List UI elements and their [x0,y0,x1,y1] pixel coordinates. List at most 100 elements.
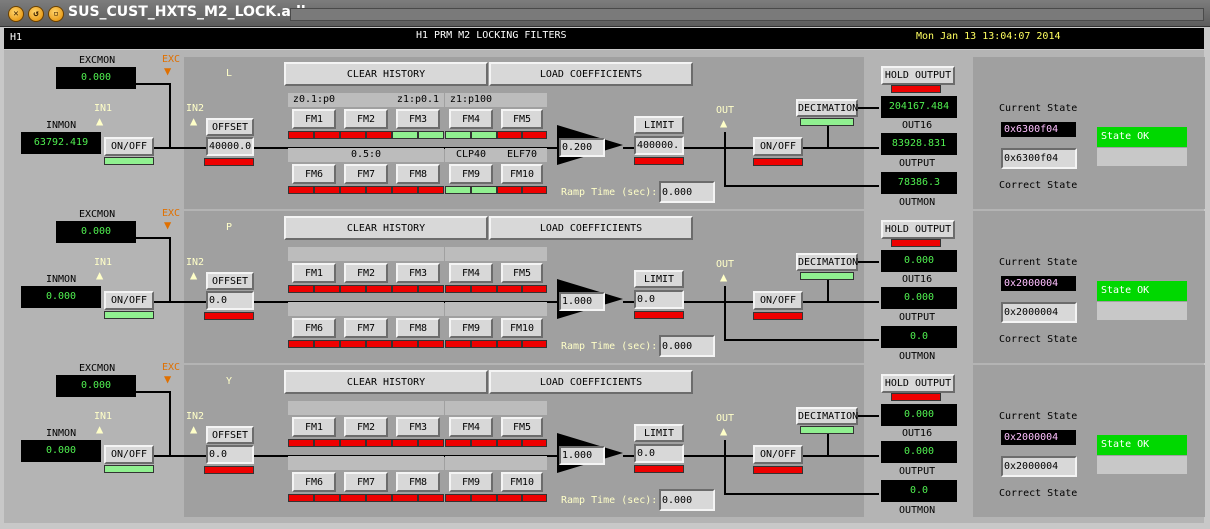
fm5-button[interactable]: FM5 [501,109,543,129]
outmon-readout: 78386.3 [881,172,957,194]
output-onoff-button[interactable]: ON/OFF [753,137,803,156]
correct-state-label: Correct State [999,334,1078,345]
fm8-button[interactable]: FM8 [396,318,440,338]
titlebar-drag-area[interactable] [290,8,1204,21]
fm7-button[interactable]: FM7 [344,164,388,184]
exc-arrow-icon: ▼ [164,218,172,232]
hold-output-button[interactable]: HOLD OUTPUT [881,66,955,85]
fm8-button[interactable]: FM8 [396,472,440,492]
output-onoff-indicator [753,158,803,166]
fm10-button[interactable]: FM10 [501,318,543,338]
excmon-label: EXCMON [79,55,116,66]
minimize-icon[interactable]: ▫ [48,6,64,22]
correct-state-input[interactable] [1001,456,1077,477]
fm3-button[interactable]: FM3 [396,263,440,283]
fm-output-indicator [418,340,444,348]
hold-output-button[interactable]: HOLD OUTPUT [881,374,955,393]
load-coefficients-button[interactable]: LOAD COEFFICIENTS [489,216,693,240]
limit-input[interactable] [634,444,684,463]
correct-state-label: Correct State [999,180,1078,191]
output-onoff-button[interactable]: ON/OFF [753,291,803,310]
gain-input[interactable] [559,138,605,157]
fm9-button[interactable]: FM9 [449,318,493,338]
offset-button[interactable]: OFFSET [206,272,254,290]
fm1-button[interactable]: FM1 [292,263,336,283]
offset-input[interactable] [206,291,254,310]
input-onoff-button[interactable]: ON/OFF [104,445,154,464]
fm2-button[interactable]: FM2 [344,417,388,437]
fm-filter-name [288,401,340,415]
fm-output-indicator [314,494,340,502]
correct-state-input[interactable] [1001,148,1077,169]
fm-filter-name [288,247,340,261]
limit-button[interactable]: LIMIT [634,116,684,134]
hold-output-indicator [891,85,941,93]
offset-button[interactable]: OFFSET [206,118,254,136]
correct-state-input[interactable] [1001,302,1077,323]
outmon-wire [724,339,879,341]
fm-filter-name: 0.5:0 [340,148,392,162]
fm-input-indicator [497,494,522,502]
fm6-button[interactable]: FM6 [292,164,336,184]
limit-button[interactable]: LIMIT [634,424,684,442]
fm4-button[interactable]: FM4 [449,417,493,437]
fm4-button[interactable]: FM4 [449,109,493,129]
decimation-button[interactable]: DECIMATION [796,407,858,425]
fm1-button[interactable]: FM1 [292,109,336,129]
fm5-button[interactable]: FM5 [501,263,543,283]
decimation-button[interactable]: DECIMATION [796,99,858,117]
hold-output-indicator [891,393,941,401]
excmon-wire-h [136,237,171,239]
limit-input[interactable] [634,136,684,155]
clear-history-button[interactable]: CLEAR HISTORY [284,370,488,394]
fm5-button[interactable]: FM5 [501,417,543,437]
limit-button[interactable]: LIMIT [634,270,684,288]
ramp-time-input[interactable] [659,181,715,203]
fm10-button[interactable]: FM10 [501,472,543,492]
fm9-button[interactable]: FM9 [449,164,493,184]
out16-readout: 0.000 [881,250,957,272]
fm-input-indicator [288,186,314,194]
fm9-button[interactable]: FM9 [449,472,493,492]
clear-history-button[interactable]: CLEAR HISTORY [284,62,488,86]
fm-output-indicator [522,439,547,447]
offset-input[interactable] [206,445,254,464]
fm8-button[interactable]: FM8 [396,164,440,184]
input-onoff-button[interactable]: ON/OFF [104,137,154,156]
fm3-button[interactable]: FM3 [396,417,440,437]
input-onoff-button[interactable]: ON/OFF [104,291,154,310]
offset-input[interactable] [206,137,254,156]
gain-input[interactable] [559,292,605,311]
fm7-button[interactable]: FM7 [344,318,388,338]
ramp-time-input[interactable] [659,335,715,357]
ramp-time-input[interactable] [659,489,715,511]
fm10-button[interactable]: FM10 [501,164,543,184]
fm1-button[interactable]: FM1 [292,417,336,437]
fm6-button[interactable]: FM6 [292,318,336,338]
restore-icon[interactable]: ↺ [28,6,44,22]
fm4-button[interactable]: FM4 [449,263,493,283]
offset-button[interactable]: OFFSET [206,426,254,444]
outmon-wire [724,185,879,187]
excmon-readout: 0.000 [56,375,136,397]
output-onoff-button[interactable]: ON/OFF [753,445,803,464]
state-spare-box [1097,302,1187,320]
fm7-button[interactable]: FM7 [344,472,388,492]
limit-input[interactable] [634,290,684,309]
window-titlebar: ✕ ↺ ▫ SUS_CUST_HXTS_M2_LOCK.adl [0,0,1210,27]
limit-wire [684,455,754,457]
gain-input[interactable] [559,446,605,465]
hold-output-button[interactable]: HOLD OUTPUT [881,220,955,239]
fm-filter-name: z1:p0.1 [392,93,444,107]
fm2-button[interactable]: FM2 [344,109,388,129]
fm3-button[interactable]: FM3 [396,109,440,129]
fm-input-indicator [340,494,366,502]
load-coefficients-button[interactable]: LOAD COEFFICIENTS [489,370,693,394]
load-coefficients-button[interactable]: LOAD COEFFICIENTS [489,62,693,86]
close-icon[interactable]: ✕ [8,6,24,22]
fm6-button[interactable]: FM6 [292,472,336,492]
fm2-button[interactable]: FM2 [344,263,388,283]
decimation-button[interactable]: DECIMATION [796,253,858,271]
output-readout: 0.000 [881,441,957,463]
clear-history-button[interactable]: CLEAR HISTORY [284,216,488,240]
